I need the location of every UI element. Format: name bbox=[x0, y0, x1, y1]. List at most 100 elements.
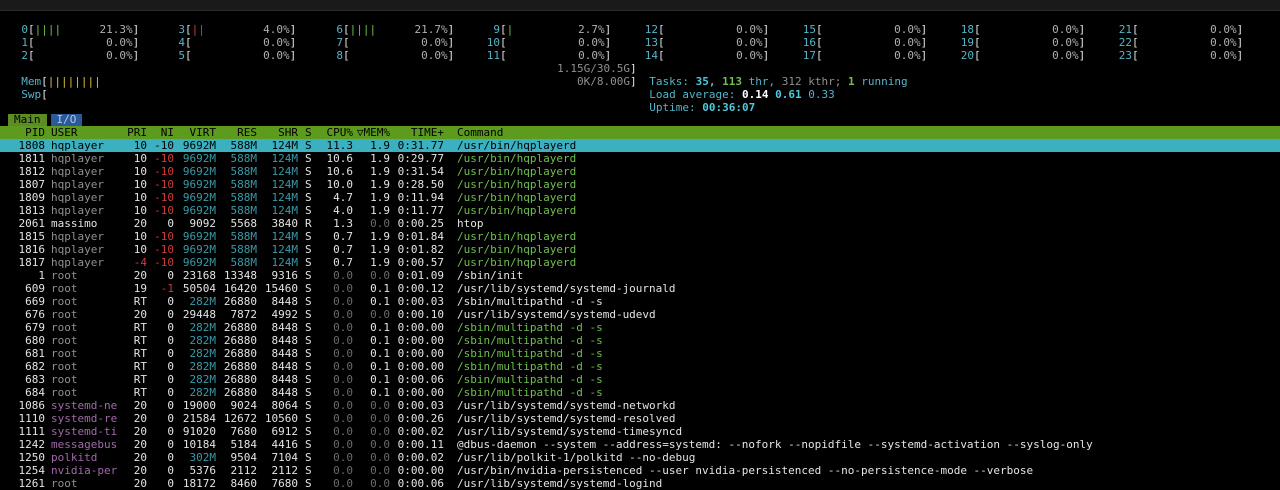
process-row[interactable]: 1815 hqplayer 10 -10 9692M 588M 124M S 0.7 1.9 0:0… bbox=[0, 230, 1280, 243]
process-row[interactable]: 680 root RT 0 282M 26880 8448 S 0.0 0.1 0:00.00/sb… bbox=[0, 334, 1280, 347]
process-row[interactable]: 1817 hqplayer -4 -10 9692M 588M 124M S 0.7 1.9 0:0… bbox=[0, 256, 1280, 269]
col-pid[interactable]: PID bbox=[0, 126, 45, 139]
cell-virt: 282M bbox=[189, 347, 217, 360]
process-row[interactable]: 679 root RT 0 282M 26880 8448 S 0.0 0.1 0:00.00/sb… bbox=[0, 321, 1280, 334]
process-row[interactable]: 1812 hqplayer 10 -10 9692M 588M 124M S 10.6 1.9 0:… bbox=[0, 165, 1280, 178]
cell-user: root bbox=[51, 282, 78, 295]
cell-cmd: /usr/lib/systemd/systemd-networkd bbox=[457, 399, 676, 412]
col-pri[interactable]: PRI bbox=[120, 126, 147, 139]
process-row[interactable]: 681 root RT 0 282M 26880 8448 S 0.0 0.1 0:00.00/sb… bbox=[0, 347, 1280, 360]
process-row[interactable]: 1110 systemd-re 20 0 21584 12672 10560 S 0.0 0.0 0… bbox=[0, 412, 1280, 425]
process-row[interactable]: 684 root RT 0 282M 26880 8448 S 0.0 0.1 0:00.00/sb… bbox=[0, 386, 1280, 399]
cpu-percent: 0.0% bbox=[106, 49, 133, 62]
col-mem[interactable]: ▽MEM% bbox=[355, 126, 390, 139]
cell-virt: 9692M bbox=[182, 256, 216, 269]
cell-cpu: 0.0 bbox=[333, 425, 353, 438]
cpu-id: 20 bbox=[960, 49, 974, 62]
process-row[interactable]: 1086 systemd-ne 20 0 19000 9024 8064 S 0.0 0.0 0:0… bbox=[0, 399, 1280, 412]
cell-s: S bbox=[305, 230, 312, 243]
cpu-percent: 0.0% bbox=[1052, 49, 1079, 62]
cell-pid: 1816 bbox=[18, 243, 46, 256]
cell-user: root bbox=[51, 269, 78, 282]
cell-shr: 124M bbox=[271, 165, 299, 178]
process-row[interactable]: 1111 systemd-ti 20 0 91020 7680 6912 S 0.0 0.0 0:0… bbox=[0, 425, 1280, 438]
cell-user: root bbox=[51, 477, 78, 490]
cell-s: S bbox=[305, 412, 312, 425]
cell-ni: 0 bbox=[167, 412, 174, 425]
process-row[interactable]: 669 root RT 0 282M 26880 8448 S 0.0 0.1 0:00.03/sb… bbox=[0, 295, 1280, 308]
cell-pri: 20 bbox=[133, 269, 147, 282]
process-row[interactable]: 682 root RT 0 282M 26880 8448 S 0.0 0.1 0:00.00/sb… bbox=[0, 360, 1280, 373]
cpu-percent: 0.0% bbox=[578, 49, 605, 62]
cell-user: systemd-ne bbox=[51, 399, 118, 412]
process-row[interactable]: 1254 nvidia-per 20 0 5376 2112 2112 S 0.0 0.0 0:00… bbox=[0, 464, 1280, 477]
cell-shr: 10560 bbox=[264, 412, 298, 425]
mem-value: 1.15G/30.5G bbox=[557, 62, 630, 75]
col-user[interactable]: USER bbox=[51, 126, 78, 139]
cpu-meter: 7[0.0%] bbox=[329, 36, 454, 49]
col-state[interactable]: S bbox=[305, 126, 312, 139]
cell-cpu: 0.0 bbox=[333, 295, 353, 308]
col-ni[interactable]: NI bbox=[150, 126, 174, 139]
col-shr[interactable]: SHR bbox=[260, 126, 298, 139]
process-row[interactable]: 1242 messagebus 20 0 10184 5184 4416 S 0.0 0.0 0:0… bbox=[0, 438, 1280, 451]
process-row[interactable]: 1807 hqplayer 10 -10 9692M 588M 124M S 10.0 1.9 0:… bbox=[0, 178, 1280, 191]
cell-user: root bbox=[51, 347, 78, 360]
process-row[interactable]: 1 root 20 0 23168 13348 9316 S 0.0 0.0 0:01.09/sbi… bbox=[0, 269, 1280, 282]
cpu-percent: 0.0% bbox=[421, 36, 448, 49]
cpu-id: 12 bbox=[644, 23, 658, 36]
col-res[interactable]: RES bbox=[219, 126, 257, 139]
cell-pri: 20 bbox=[133, 399, 147, 412]
process-row[interactable]: 1808 hqplayer 10 -10 9692M 588M 124M S 11.3 1.9 0:… bbox=[0, 139, 1280, 152]
cell-res: 7872 bbox=[230, 308, 258, 321]
process-row[interactable]: 683 root RT 0 282M 26880 8448 S 0.0 0.1 0:00.06/sb… bbox=[0, 373, 1280, 386]
cell-user: hqplayer bbox=[51, 243, 104, 256]
cell-cpu: 0.0 bbox=[333, 438, 353, 451]
cell-res: 588M bbox=[230, 191, 258, 204]
cpu-id: 23 bbox=[1118, 49, 1132, 62]
cpu-meter: 23[0.0%] bbox=[1118, 49, 1244, 62]
cpu-percent: 0.0% bbox=[736, 36, 763, 49]
cpu-id: 0 bbox=[21, 23, 28, 36]
process-row[interactable]: 1811 hqplayer 10 -10 9692M 588M 124M S 10.6 1.9 0:… bbox=[0, 152, 1280, 165]
cell-shr: 4416 bbox=[271, 438, 299, 451]
cell-s: S bbox=[305, 373, 312, 386]
process-row[interactable]: 1250 polkitd 20 0 302M 9504 7104 S 0.0 0.0 0:00.02… bbox=[0, 451, 1280, 464]
cell-virt: 302M bbox=[189, 451, 217, 464]
cell-time: 0:00.00 bbox=[397, 360, 444, 373]
cell-time: 0:29.77 bbox=[397, 152, 444, 165]
cell-virt: 23168 bbox=[182, 269, 216, 282]
col-command[interactable]: Command bbox=[457, 126, 503, 139]
cell-cpu: 10.0 bbox=[326, 178, 354, 191]
cpu-percent: 21.3% bbox=[99, 23, 133, 36]
process-row[interactable]: 1809 hqplayer 10 -10 9692M 588M 124M S 4.7 1.9 0:1… bbox=[0, 191, 1280, 204]
cell-s: S bbox=[305, 269, 312, 282]
cell-res: 26880 bbox=[223, 347, 257, 360]
cpu-percent: 0.0% bbox=[1052, 23, 1079, 36]
process-row[interactable]: 1261 root 20 0 18172 8460 7680 S 0.0 0.0 0:00.06/u… bbox=[0, 477, 1280, 490]
tab-main[interactable]: Main bbox=[8, 114, 47, 126]
col-virt[interactable]: VIRT bbox=[177, 126, 217, 139]
process-row[interactable]: 2061 massimo 20 0 9092 5568 3840 R 1.3 0.0 0:00.25… bbox=[0, 217, 1280, 230]
cell-cmd: /usr/lib/systemd/systemd-udevd bbox=[457, 308, 656, 321]
cell-res: 588M bbox=[230, 204, 258, 217]
cell-mem: 0.0 bbox=[370, 399, 390, 412]
cell-mem: 1.9 bbox=[370, 256, 390, 269]
cell-pri: RT bbox=[133, 360, 147, 373]
cell-time: 0:00.26 bbox=[397, 412, 444, 425]
col-time[interactable]: TIME+ bbox=[393, 126, 444, 139]
cell-shr: 2112 bbox=[271, 464, 299, 477]
cell-mem: 1.9 bbox=[370, 152, 390, 165]
cell-time: 0:00.12 bbox=[397, 282, 444, 295]
col-cpu[interactable]: CPU% bbox=[318, 126, 354, 139]
tab-io[interactable]: I/O bbox=[50, 114, 83, 126]
cell-cpu: 0.0 bbox=[333, 451, 353, 464]
cpu-percent: 0.0% bbox=[578, 36, 605, 49]
cell-shr: 9316 bbox=[271, 269, 299, 282]
cell-pid: 680 bbox=[25, 334, 45, 347]
process-row[interactable]: 676 root 20 0 29448 7872 4992 S 0.0 0.0 0:00.10/us… bbox=[0, 308, 1280, 321]
cpu-id: 3 bbox=[178, 23, 185, 36]
process-row[interactable]: 609 root 19 -1 50504 16420 15460 S 0.0 0.1 0:00.12… bbox=[0, 282, 1280, 295]
process-row[interactable]: 1816 hqplayer 10 -10 9692M 588M 124M S 0.7 1.9 0:0… bbox=[0, 243, 1280, 256]
process-row[interactable]: 1813 hqplayer 10 -10 9692M 588M 124M S 4.0 1.9 0:1… bbox=[0, 204, 1280, 217]
